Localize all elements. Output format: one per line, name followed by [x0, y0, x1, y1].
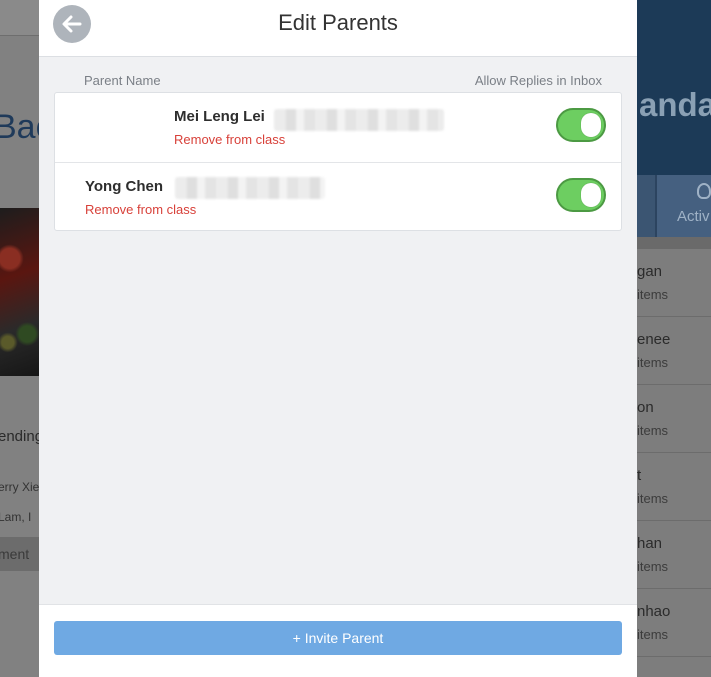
background-class-header: anda [637, 0, 711, 175]
column-header-parent-name: Parent Name [84, 73, 161, 88]
list-item-count: items [637, 627, 669, 642]
background-tabs: Activ [637, 175, 711, 237]
modal-footer: + Invite Parent [39, 604, 637, 677]
background-button-label: ment [0, 546, 30, 562]
list-item-name: enee [637, 331, 671, 348]
modal-title: Edit Parents [278, 10, 398, 35]
list-item: gan items [637, 249, 711, 317]
toggle-knob [581, 183, 601, 207]
background-topbar [0, 0, 39, 36]
remove-from-class-link[interactable]: Remove from class [174, 132, 285, 147]
list-item-name: nhao [637, 603, 671, 620]
redacted-contact [175, 177, 325, 199]
toggle-knob [581, 113, 601, 137]
background-text: Lam, I [0, 510, 32, 524]
list-item-count: items [637, 423, 669, 438]
list-item-name: t [637, 467, 642, 484]
tab-label: Activ [677, 208, 710, 225]
list-item-count: items [637, 287, 669, 302]
list-item: enee items [637, 317, 711, 385]
parent-name: Yong Chen [85, 178, 164, 195]
list-item: han items [637, 521, 711, 589]
list-item: t items [637, 453, 711, 521]
allow-replies-toggle[interactable] [556, 108, 606, 142]
background-button: ment [0, 537, 39, 571]
list-item: nhao items [637, 589, 711, 657]
list-item-count: items [637, 491, 669, 506]
background-text: erry Xie [0, 480, 40, 494]
invite-parent-button[interactable]: + Invite Parent [54, 621, 622, 655]
column-header-allow-replies: Allow Replies in Inbox [474, 73, 602, 88]
allow-replies-toggle[interactable] [556, 178, 606, 212]
edit-parents-modal: Edit Parents Parent Name Allow Replies i… [39, 0, 637, 677]
parents-list: Mei Leng Lei Remove from class Yong Chen… [54, 92, 622, 231]
list-item: on items [637, 385, 711, 453]
background-strip [637, 237, 711, 249]
list-item-name: han [637, 535, 663, 552]
background-class-title: anda [639, 86, 711, 123]
parent-row: Yong Chen Remove from class [55, 162, 621, 231]
background-right-panel: anda Activ gan items enee items on items [637, 0, 711, 677]
list-item-name: on [637, 399, 654, 416]
list-item-count: items [637, 559, 669, 574]
modal-header: Edit Parents [39, 0, 637, 57]
background-photo [0, 208, 39, 376]
parent-name: Mei Leng Lei [174, 108, 265, 125]
remove-from-class-link[interactable]: Remove from class [85, 202, 196, 217]
redacted-contact [274, 109, 444, 131]
background-text: ending [0, 428, 44, 445]
background-tab-activity: Activ [657, 175, 711, 237]
parent-row: Mei Leng Lei Remove from class [55, 93, 621, 162]
background-left-panel: Bac ending erry Xie Lam, I ment [0, 0, 53, 677]
background-student-list: gan items enee items on items t items ha… [637, 249, 711, 669]
list-item-name: gan [637, 263, 663, 280]
lightbulb-icon [697, 183, 711, 199]
list-item-count: items [637, 355, 669, 370]
